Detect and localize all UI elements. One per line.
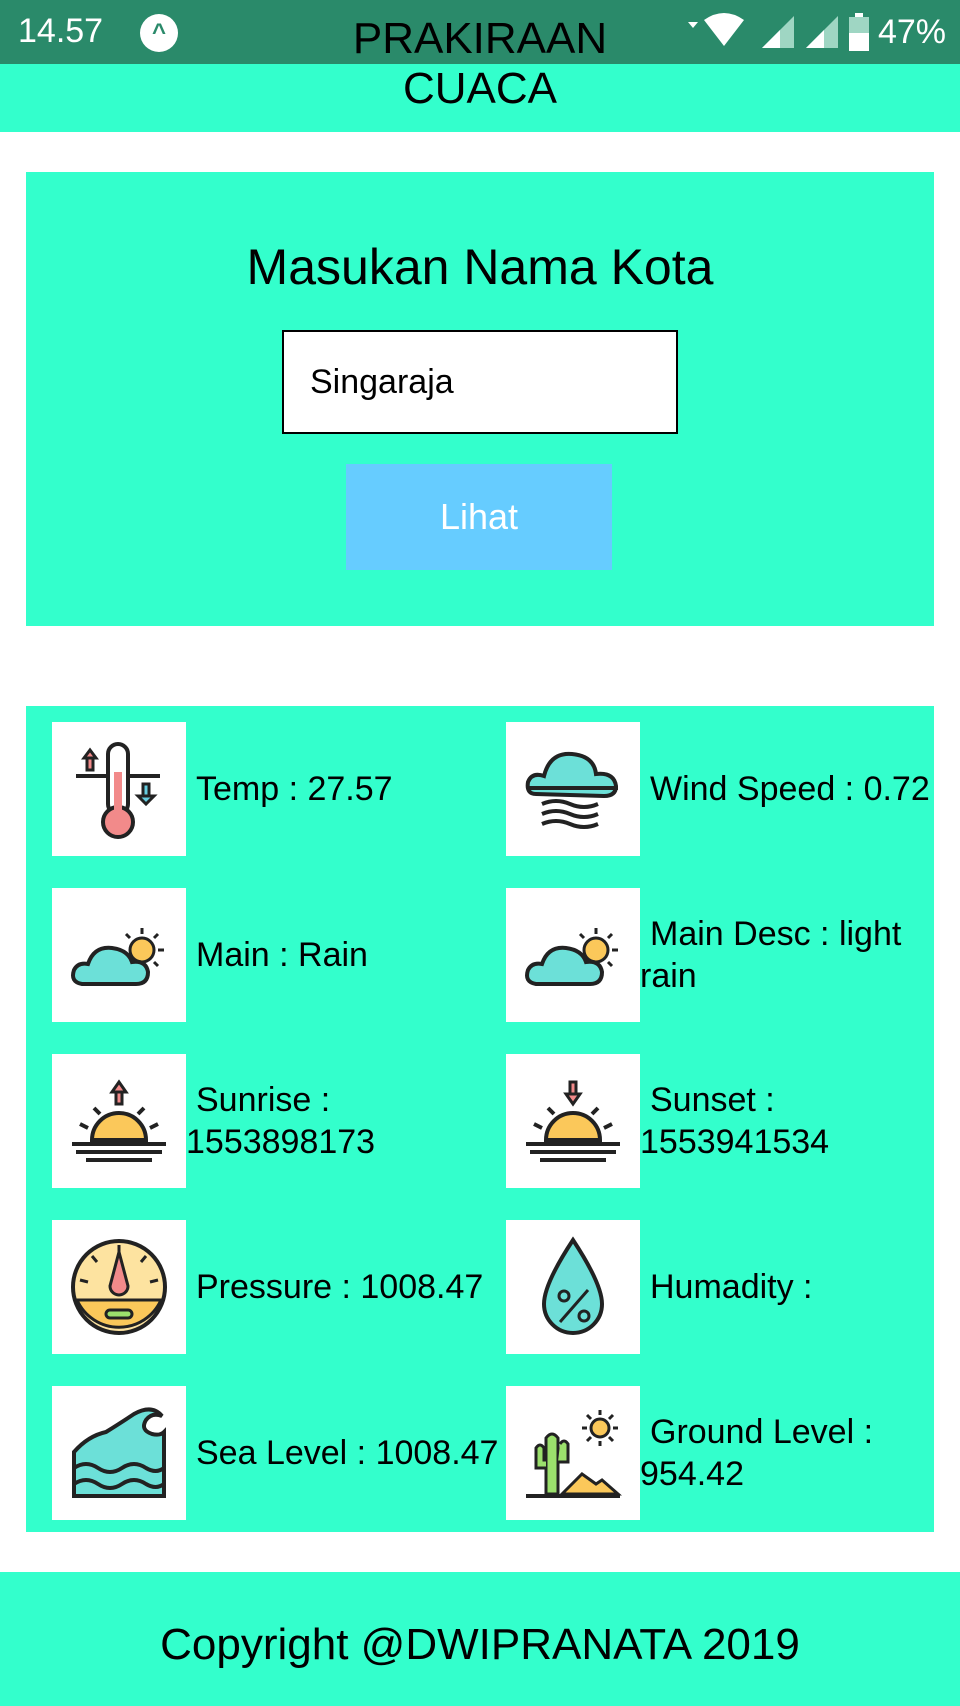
app-title: PRAKIRAAN CUACA [352,14,608,113]
sunrise-text: Sunrise : 1553898173 [186,1081,376,1161]
status-time: 14.57 [18,12,104,50]
signal-icon [761,16,794,48]
ground-level-text: Ground Level : 954.42 [640,1413,874,1493]
partly-cloudy-icon [52,888,186,1022]
weather-info-panel: Temp : 27.57 Wind Speed : 0.72 Main: Ra… [26,706,934,1532]
thermometer-icon [52,722,186,856]
temp-item: Temp : 27.57 [52,722,506,856]
sunrise-icon [52,1054,186,1188]
wifi-icon [687,13,744,46]
sea-level-item: Sea Level : 1008.47 [52,1386,506,1520]
main-item: Main : Rain [52,888,506,1022]
search-panel: Masukan Nama Kota Lihat [26,172,934,626]
humidity-text: Humadity : [650,1268,813,1306]
sunset-text: Sunset : 1553941534 [640,1081,830,1161]
ground-level-item: Ground Level : 954.42 [506,1386,960,1520]
wind-cloud-icon [506,722,640,856]
sunset-icon [506,1054,640,1188]
pressure-gauge-icon [52,1220,186,1354]
lihat-button[interactable]: Lihat [346,464,612,570]
battery-percent: 47% [877,12,946,51]
pressure-item: Pressure : 1008.47 [52,1220,506,1354]
partly-cloudy-icon [506,888,640,1022]
search-title: Masukan Nama Kota [246,239,714,295]
signal-icon [805,16,838,48]
main-desc-text: Main Desc : light rain [640,915,902,995]
footer: Copyright @DWIPRANATA 2019 [0,1572,960,1706]
battery-icon [848,13,869,51]
copyright-text: Copyright @DWIPRANATA 2019 [160,1620,800,1669]
wind-speed-text: Wind Speed : 0.72 [650,770,930,808]
humidity-item: Humadity : [506,1220,960,1354]
humidity-drop-icon [506,1220,640,1354]
desert-cactus-icon [506,1386,640,1520]
sunrise-item: Sunrise : 1553898173 [52,1054,506,1188]
wind-speed-item: Wind Speed : 0.72 [506,722,960,856]
sea-wave-icon [52,1386,186,1520]
city-input[interactable] [282,330,678,434]
app-notification-icon: ^ [140,14,178,52]
status-indicators: 47% [682,10,946,54]
main-desc-item: Main Desc : light rain [506,888,960,1022]
sunset-item: Sunset : 1553941534 [506,1054,960,1188]
